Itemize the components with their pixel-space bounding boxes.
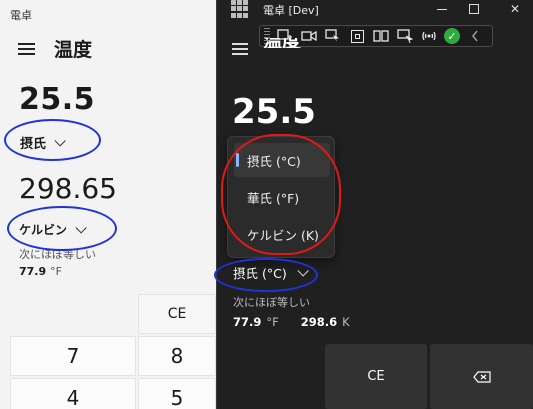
backspace-icon <box>472 370 491 383</box>
maximize-icon <box>469 4 479 14</box>
approx-values: 77.9 °F 298.6 K <box>233 315 372 329</box>
annotation-ellipse-red <box>221 134 341 255</box>
approx-number: 77.9 <box>19 265 47 278</box>
clear-entry-button[interactable]: CE <box>138 294 216 334</box>
mode-title: 温度 <box>263 38 301 48</box>
hot-reload-icon[interactable] <box>396 28 414 44</box>
display-layout-adorners-icon[interactable] <box>348 28 366 44</box>
approx-number-1: 77.9 <box>233 315 262 329</box>
annotation-ellipse-blue <box>214 258 318 292</box>
approx-value: 77.9 °F <box>19 265 62 278</box>
keypad: CE 7 8 4 5 <box>0 292 216 409</box>
input-value[interactable]: 25.5 <box>232 92 316 132</box>
mode-title: 温度 <box>54 39 93 61</box>
hamburger-menu-icon[interactable] <box>232 43 248 55</box>
approx-number-2: 298.6 <box>300 315 338 329</box>
annotation-ellipse-blue <box>7 206 117 251</box>
annotation-ellipse-blue <box>4 119 101 161</box>
output-value[interactable]: 298.65 <box>19 172 117 205</box>
track-focus-icon[interactable] <box>372 28 390 44</box>
select-element-icon[interactable] <box>324 28 342 44</box>
approx-unit-1: °F <box>266 315 279 329</box>
key-7-button[interactable]: 7 <box>10 336 136 376</box>
checkmark-status-icon[interactable]: ✓ <box>444 28 460 44</box>
window-title: 電卓 [Dev] <box>263 4 319 17</box>
approx-label: 次にほぼ等しい <box>233 296 310 309</box>
input-value[interactable]: 25.5 <box>19 82 95 117</box>
maximize-button[interactable] <box>459 0 489 18</box>
key-8-button[interactable]: 8 <box>138 336 216 376</box>
light-calculator-window: 電卓 温度 25.5 摂氏 298.65 ケルビン 次にほぼ等しい 77.9 °F… <box>0 0 216 409</box>
dark-calculator-window: 電卓 [Dev] ✕ ✓ 温度 25.5 摂氏 (°C) 華氏 <box>214 0 533 409</box>
accessibility-checker-icon[interactable] <box>420 28 438 44</box>
key-5-button[interactable]: 5 <box>138 378 216 409</box>
approx-unit: °F <box>50 265 62 278</box>
close-button[interactable]: ✕ <box>500 0 530 18</box>
video-camera-icon[interactable] <box>300 28 318 44</box>
key-4-button[interactable]: 4 <box>10 378 136 409</box>
chevron-left-icon[interactable] <box>466 28 484 44</box>
hamburger-menu-icon[interactable] <box>18 43 35 55</box>
backspace-button[interactable] <box>430 344 533 409</box>
minimize-icon <box>437 8 447 10</box>
clear-entry-button[interactable]: CE <box>325 344 427 409</box>
minimize-button[interactable] <box>427 0 457 18</box>
window-title: 電卓 <box>10 9 32 22</box>
calculator-app-icon <box>231 0 249 18</box>
approx-unit-2: K <box>342 315 350 329</box>
